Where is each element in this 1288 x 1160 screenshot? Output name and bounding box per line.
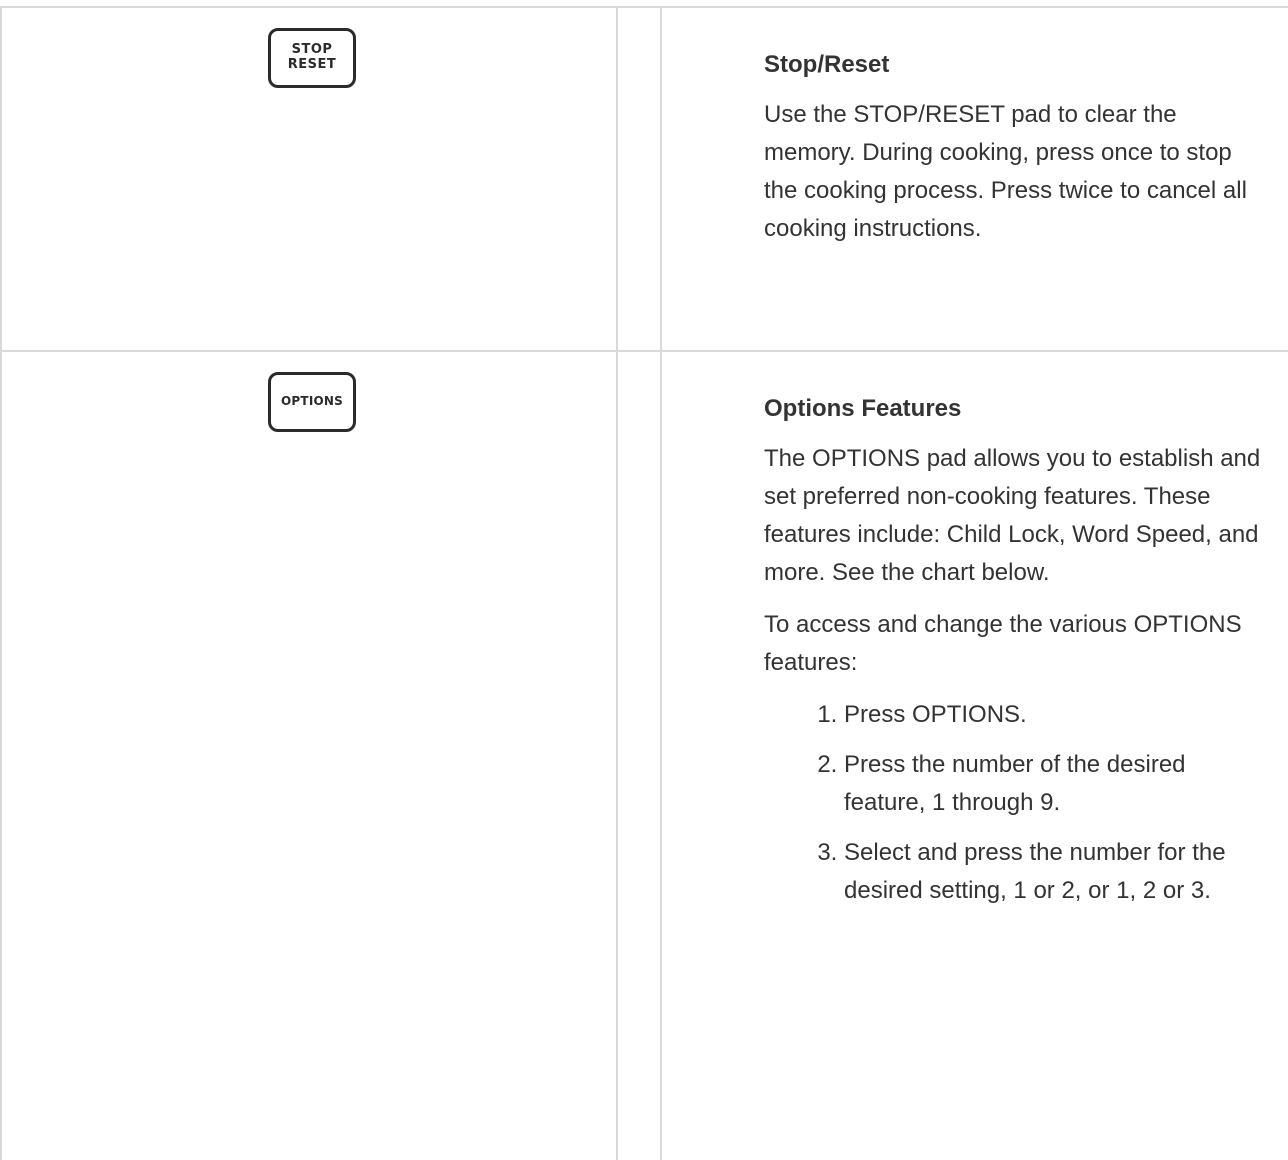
section-paragraph: Use the STOP/RESET pad to clear the memo… (764, 101, 1247, 242)
section-paragraph: The OPTIONS pad allows you to establish … (764, 445, 1261, 586)
pad-label-line: OPTIONS (281, 394, 343, 409)
options-pad-icon: OPTIONS (268, 372, 356, 432)
table-row: STOP RESET Stop/Reset Use the STOP/RESET… (0, 6, 1288, 351)
list-item: Press the number of the desired feature,… (844, 746, 1266, 822)
list-item: Select and press the number for the desi… (844, 834, 1266, 910)
pad-label-line: STOP (291, 42, 333, 58)
stop-reset-pad-icon: STOP RESET (268, 28, 356, 88)
icon-cell: OPTIONS (0, 350, 617, 1160)
section-paragraph: To access and change the various OPTIONS… (764, 611, 1242, 676)
spacer-cell (616, 350, 661, 1160)
list-item: Press OPTIONS. (844, 696, 1266, 734)
table-row: OPTIONS Options Features The OPTIONS pad… (0, 350, 1288, 1160)
description-cell: Options Features The OPTIONS pad allows … (660, 350, 1288, 1160)
feature-table: STOP RESET Stop/Reset Use the STOP/RESET… (0, 6, 1288, 1160)
description-cell: Stop/Reset Use the STOP/RESET pad to cle… (660, 6, 1288, 351)
section-title: Stop/Reset (764, 51, 890, 78)
section-title: Options Features (764, 395, 962, 422)
steps-list: Press OPTIONS. Press the number of the d… (764, 696, 1266, 910)
spacer-cell (616, 6, 661, 351)
icon-cell: STOP RESET (0, 6, 617, 351)
pad-label-line: RESET (287, 57, 337, 72)
